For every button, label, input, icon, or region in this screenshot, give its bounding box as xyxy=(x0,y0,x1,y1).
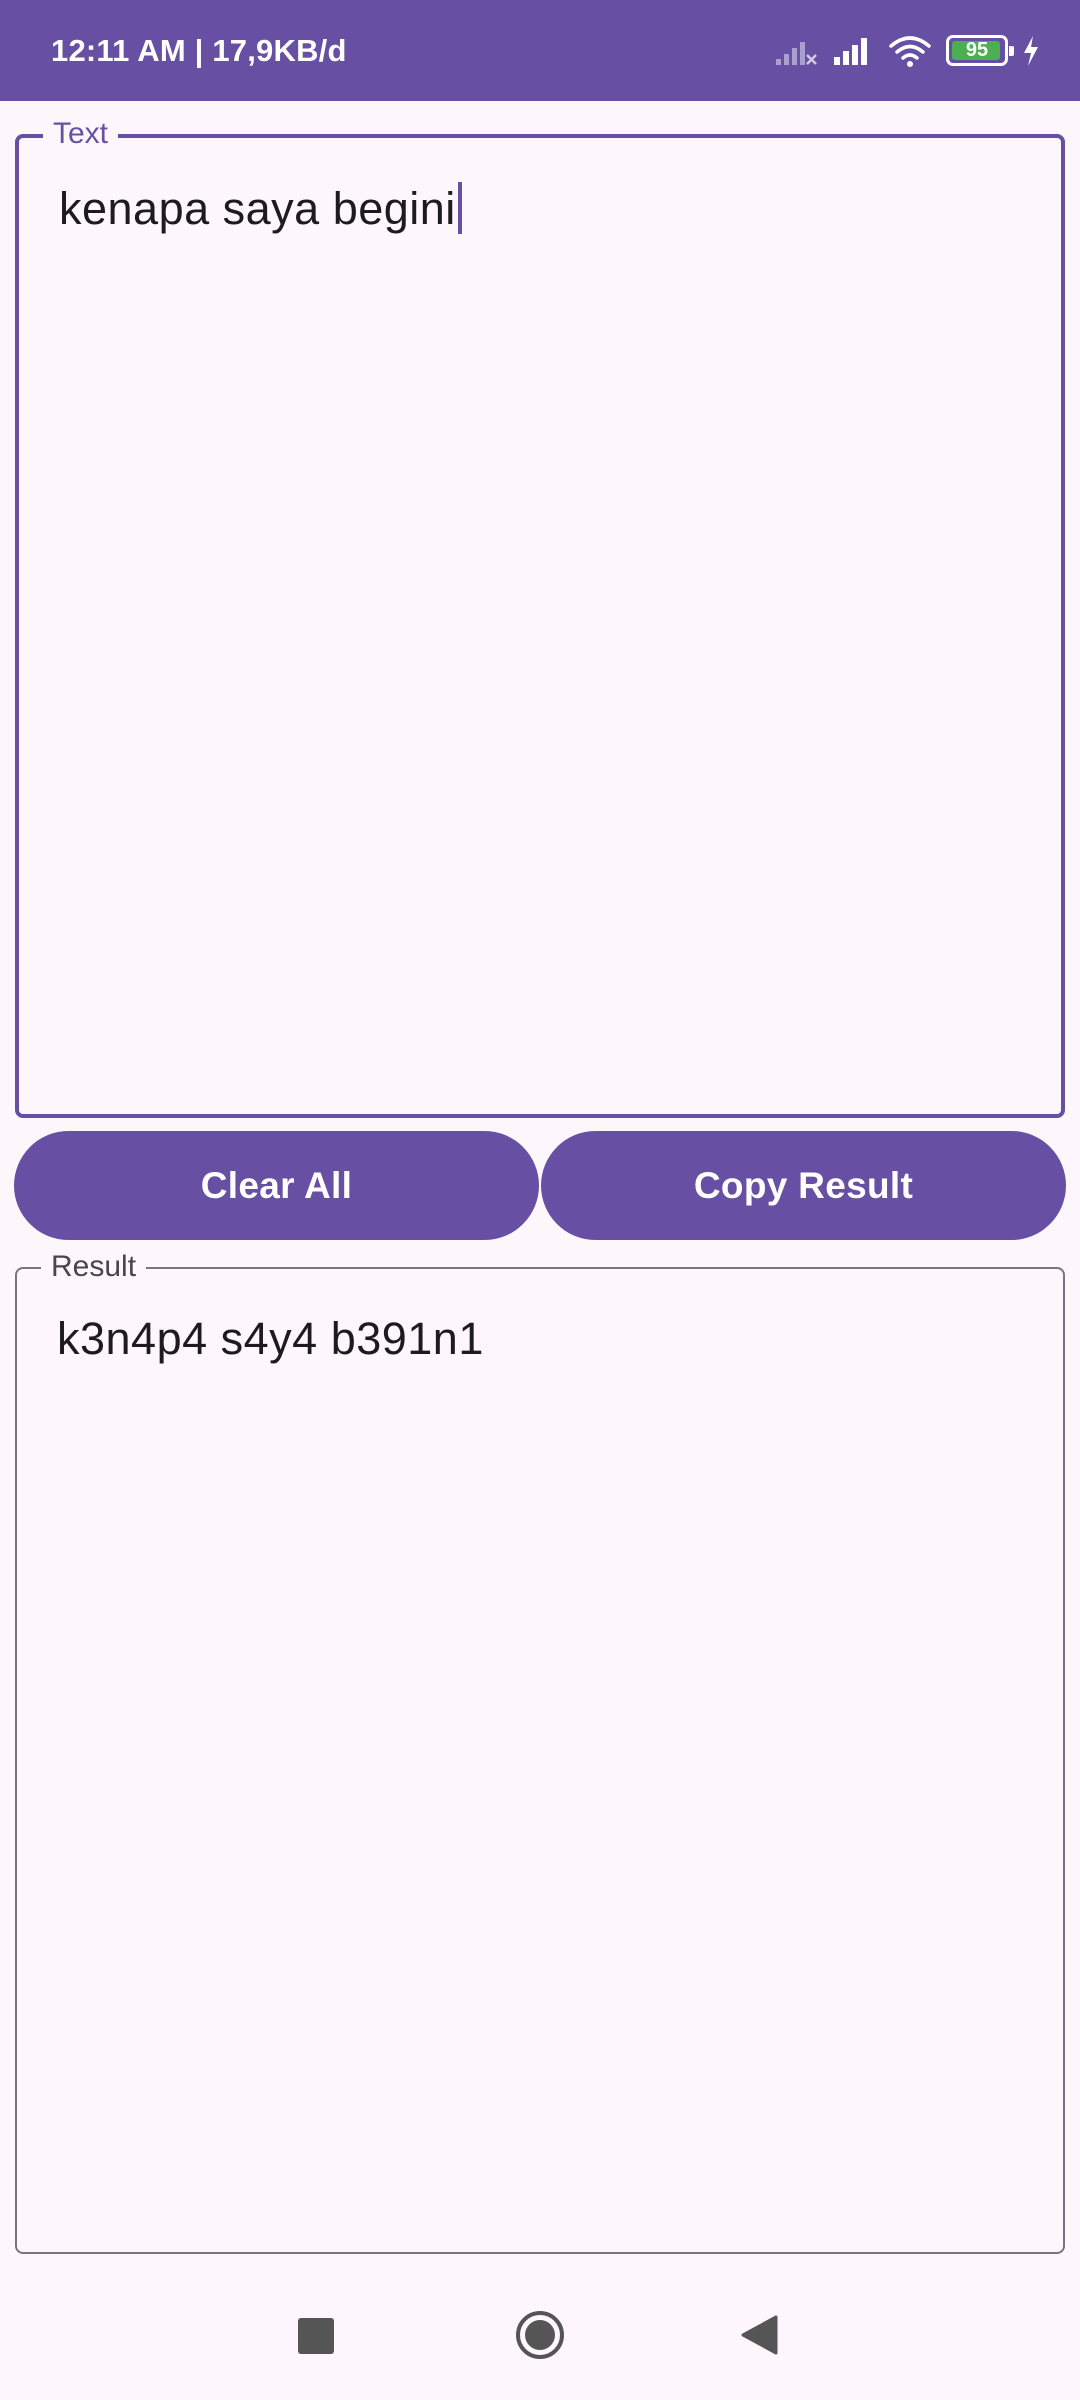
status-bar: 12:11 AM | 17,9KB/d 95 xyxy=(0,0,1080,101)
battery-icon: 95 xyxy=(946,35,1014,66)
result-field-label: Result xyxy=(41,1247,147,1287)
text-input-content: kenapa saya begini xyxy=(59,183,456,234)
charging-icon xyxy=(1022,35,1040,67)
battery-level: 95 xyxy=(965,39,989,61)
home-icon[interactable] xyxy=(514,2309,566,2366)
status-time-speed: 12:11 AM | 17,9KB/d xyxy=(51,32,347,68)
clear-all-button[interactable]: Clear All xyxy=(14,1131,539,1240)
text-input-field[interactable]: Text kenapa saya begini xyxy=(15,114,1065,1118)
result-value[interactable]: k3n4p4 s4y4 b391n1 xyxy=(57,1313,484,1365)
text-cursor xyxy=(457,182,462,234)
text-input-value[interactable]: kenapa saya begini xyxy=(59,182,462,235)
back-icon[interactable] xyxy=(740,2314,778,2361)
signal-off-icon xyxy=(774,35,818,67)
copy-result-button[interactable]: Copy Result xyxy=(541,1131,1066,1240)
status-icons: 95 xyxy=(774,34,1040,68)
recents-icon[interactable] xyxy=(298,2318,334,2354)
result-field[interactable]: Result k3n4p4 s4y4 b391n1 xyxy=(15,1247,1065,2254)
wifi-icon xyxy=(888,34,932,68)
signal-icon xyxy=(832,35,874,67)
text-field-label: Text xyxy=(43,114,119,154)
